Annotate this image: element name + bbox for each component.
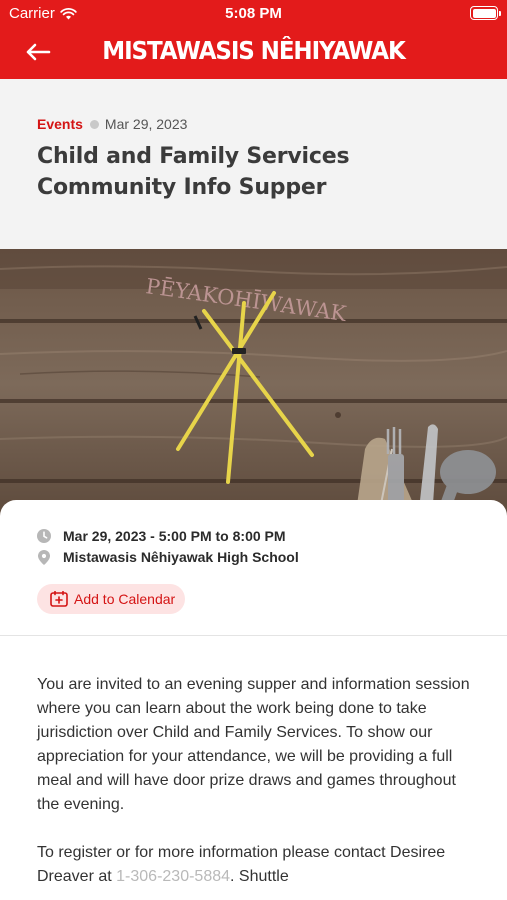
nav-bar: MISTAWASIS NÊHIYAWAK — [0, 28, 507, 79]
location-pin-icon — [37, 549, 51, 565]
arrow-left-icon — [26, 43, 51, 61]
post-date: Mar 29, 2023 — [104, 116, 188, 132]
shuttle-text: . Shuttle — [230, 868, 289, 885]
post-header: Events Mar 29, 2023 Child and Family Ser… — [0, 79, 507, 249]
clock-icon — [37, 529, 51, 543]
status-bar: Carrier 5:08 PM — [0, 0, 507, 28]
event-image-graphic: PĒYAKOHĪWAWAK — [0, 249, 507, 519]
post-title: Child and Family Services Community Info… — [37, 144, 350, 200]
status-time: 5:08 PM — [225, 5, 282, 22]
divider — [0, 635, 507, 636]
description-paragraph: You are invited to an evening supper and… — [37, 676, 470, 813]
event-location: Mistawasis Nêhiyawak High School — [63, 549, 299, 565]
back-button[interactable] — [18, 36, 58, 68]
battery-icon — [470, 6, 501, 20]
event-location-row: Mistawasis Nêhiyawak High School — [37, 549, 299, 565]
event-datetime: Mar 29, 2023 - 5:00 PM to 8:00 PM — [63, 528, 286, 544]
add-to-calendar-label: Add to Calendar — [74, 591, 176, 607]
app-header: Carrier 5:08 PM MISTAWASIS NÊHIYAWAK — [0, 0, 507, 79]
category-link[interactable]: Events — [37, 116, 83, 132]
event-details-card: Mar 29, 2023 - 5:00 PM to 8:00 PM Mistaw… — [0, 500, 507, 900]
add-to-calendar-button[interactable]: Add to Calendar — [37, 584, 186, 614]
app-title: MISTAWASIS NÊHIYAWAK — [102, 36, 405, 65]
description-paragraph-contact: To register or for more information plea… — [37, 841, 477, 889]
calendar-add-icon — [50, 591, 68, 607]
phone-link[interactable]: 1-306-230-5884 — [116, 868, 230, 885]
event-datetime-row: Mar 29, 2023 - 5:00 PM to 8:00 PM — [37, 528, 286, 544]
separator-dot — [89, 119, 99, 129]
event-image: PĒYAKOHĪWAWAK — [0, 249, 507, 519]
event-description: You are invited to an evening supper and… — [37, 673, 477, 900]
post-meta: Events Mar 29, 2023 — [37, 116, 187, 132]
